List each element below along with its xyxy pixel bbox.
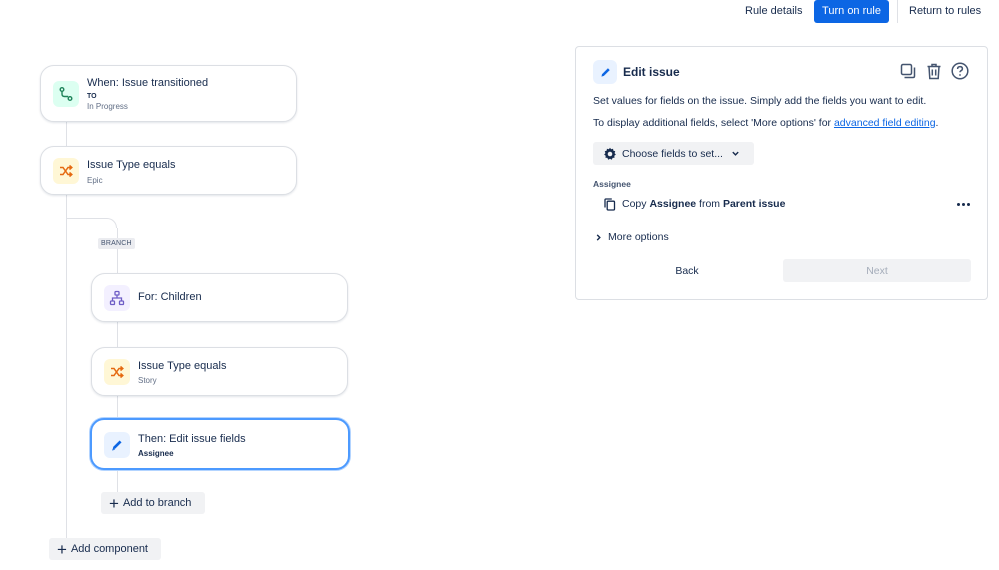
connector-branch-curve <box>66 218 117 228</box>
topbar-divider <box>897 0 898 23</box>
choose-fields-label: Choose fields to set... <box>622 147 723 160</box>
trigger-title: When: Issue transitioned <box>87 77 209 89</box>
chevron-down-icon <box>731 149 740 158</box>
back-button[interactable]: Back <box>593 259 781 282</box>
add-to-branch-label: Add to branch <box>122 497 192 509</box>
duplicate-icon[interactable] <box>898 60 918 82</box>
gear-icon <box>603 147 617 161</box>
add-component-label: Add component <box>70 543 148 555</box>
branch-title: For: Children <box>138 291 202 303</box>
transition-icon <box>53 81 79 107</box>
additional-prefix: To display additional fields, select 'Mo… <box>593 117 834 129</box>
condition-subtitle: Epic <box>87 176 103 185</box>
turn-on-rule-button[interactable]: Turn on rule <box>814 0 889 23</box>
copy-icon <box>604 197 616 211</box>
action-subtitle: Assignee <box>138 449 174 458</box>
additional-suffix: . <box>935 117 939 129</box>
more-actions-icon[interactable] <box>957 202 970 206</box>
condition-title: Issue Type equals <box>87 159 176 171</box>
hierarchy-icon <box>104 285 130 311</box>
chevron-right-icon <box>595 233 602 242</box>
add-to-branch-button[interactable]: + Add to branch <box>101 492 205 514</box>
trash-icon[interactable] <box>924 60 944 82</box>
trigger-node[interactable]: When: Issue transitioned TO In Progress <box>40 65 297 122</box>
condition-node-epic[interactable]: Issue Type equals Epic <box>40 146 297 195</box>
panel-actions <box>898 60 970 82</box>
copy-source: Parent issue <box>722 198 786 210</box>
branch-node-children[interactable]: For: Children <box>91 273 348 322</box>
action-node-edit-issue[interactable]: Then: Edit issue fields Assignee <box>90 418 350 470</box>
trigger-subtitle: In Progress <box>87 102 128 111</box>
copy-word: Copy <box>622 198 647 210</box>
top-bar: Rule details Turn on rule Return to rule… <box>0 0 999 24</box>
more-options-toggle[interactable]: More options <box>595 231 669 243</box>
shuffle-icon <box>53 158 79 184</box>
rule-details-button[interactable]: Rule details <box>737 0 810 23</box>
help-icon[interactable] <box>950 60 970 82</box>
condition-node-story[interactable]: Issue Type equals Story <box>91 347 348 396</box>
assignee-field-row: Copy Assignee from Parent issue <box>604 196 970 212</box>
trigger-keyword: TO <box>87 93 97 100</box>
branch-label: BRANCH <box>98 238 135 249</box>
add-component-button[interactable]: + Add component <box>49 538 161 560</box>
condition-title: Issue Type equals <box>138 360 227 372</box>
pencil-icon <box>104 432 130 458</box>
action-title: Then: Edit issue fields <box>138 433 246 445</box>
advanced-field-editing-link[interactable]: advanced field editing <box>834 117 936 129</box>
edit-issue-panel: Edit issue Set values for fields on the … <box>575 46 988 300</box>
plus-icon: + <box>57 539 67 559</box>
plus-icon: + <box>109 493 119 513</box>
condition-subtitle: Story <box>138 376 157 385</box>
choose-fields-dropdown[interactable]: Choose fields to set... <box>593 142 754 165</box>
copy-field: Assignee <box>649 198 697 210</box>
additional-fields-text: To display additional fields, select 'Mo… <box>593 117 938 129</box>
next-button[interactable]: Next <box>783 259 971 282</box>
panel-title: Edit issue <box>623 65 680 79</box>
more-options-label: More options <box>608 231 669 243</box>
shuffle-icon <box>104 359 130 385</box>
assignee-field-label: Assignee <box>593 179 631 189</box>
return-to-rules-button[interactable]: Return to rules <box>901 0 989 23</box>
pencil-icon <box>593 60 617 84</box>
panel-description: Set values for fields on the issue. Simp… <box>593 95 927 107</box>
from-word: from <box>699 198 721 210</box>
